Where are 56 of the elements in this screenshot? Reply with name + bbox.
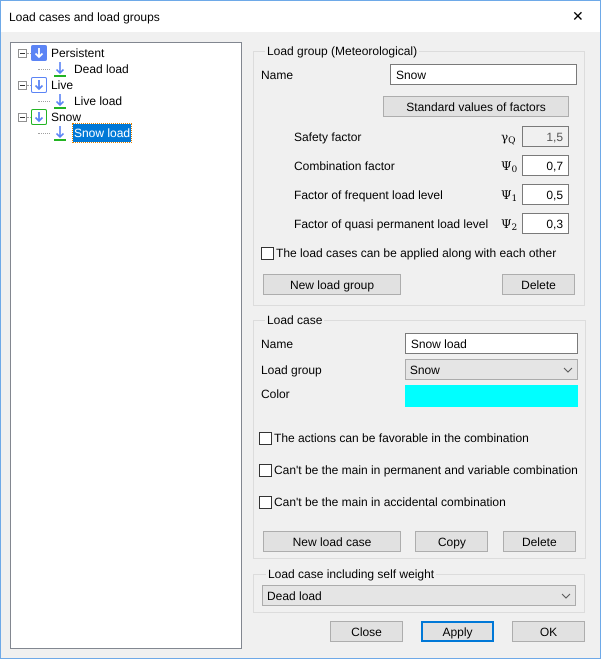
- factor-symbol: Ψ$_{0}$: [501, 158, 518, 174]
- button[interactable]: Apply: [421, 621, 494, 642]
- checkbox-label: Can't be the main in permanent and variable combination: [274, 462, 578, 479]
- button[interactable]: Delete: [502, 274, 575, 295]
- window-title: Load cases and load groups: [9, 8, 160, 26]
- checkbox-label: The load cases can be applied along with each other: [276, 245, 556, 262]
- collapse-icon[interactable]: [18, 48, 27, 58]
- tree-item[interactable]: Dead load: [73, 60, 130, 78]
- chevron-down-icon: [562, 366, 573, 372]
- group-title: Load group (Meteorological): [266, 43, 418, 60]
- group-title: Load case: [266, 312, 324, 329]
- button[interactable]: New load case: [263, 531, 401, 552]
- field-label: Name: [261, 336, 294, 352]
- field-label: Load group: [261, 362, 322, 378]
- dropdown[interactable]: Snow: [404, 359, 578, 380]
- button[interactable]: Standard values of factors: [383, 96, 569, 117]
- collapse-icon[interactable]: [18, 112, 27, 122]
- checkbox[interactable]: [259, 464, 272, 476]
- chevron-down-icon: [561, 592, 571, 598]
- checkbox-label: Can't be the main in accidental combination: [274, 494, 506, 511]
- tree-item[interactable]: Snow load: [73, 124, 132, 142]
- factor-symbol: γ$_{Q}$: [501, 128, 517, 146]
- checkbox[interactable]: [259, 432, 272, 444]
- button[interactable]: OK: [512, 621, 585, 642]
- field-label: Color: [261, 386, 290, 403]
- button[interactable]: Close: [330, 621, 403, 642]
- collapse-icon[interactable]: [18, 80, 27, 90]
- button[interactable]: Delete: [502, 531, 576, 552]
- group-title: Load case including self weight: [267, 566, 436, 583]
- tree-item[interactable]: Persistent: [51, 44, 104, 62]
- load-case-icon: [52, 61, 68, 77]
- color-swatch[interactable]: [404, 385, 578, 407]
- text-field[interactable]: 0,3: [522, 213, 569, 234]
- tree-item[interactable]: Live: [51, 76, 74, 94]
- text-field[interactable]: Snow: [390, 64, 577, 85]
- text-field[interactable]: 0,7: [522, 155, 569, 176]
- close-button[interactable]: ✕: [556, 1, 600, 32]
- text-field[interactable]: Snow load: [404, 333, 578, 354]
- factor-symbol: Ψ$_{2}$: [501, 216, 518, 232]
- checkbox[interactable]: [261, 246, 274, 260]
- tree-item[interactable]: Snow: [51, 108, 82, 126]
- dropdown[interactable]: Dead load: [262, 585, 576, 606]
- tree-item[interactable]: Live load: [73, 92, 124, 110]
- field-label: Name: [261, 66, 294, 84]
- load-case-icon: [52, 125, 68, 141]
- factor-label: Combination factor: [294, 158, 396, 174]
- load-case-icon: [52, 93, 68, 109]
- factor-label: Safety factor: [294, 128, 362, 146]
- factor-symbol: Ψ$_{1}$: [501, 186, 518, 204]
- button[interactable]: Copy: [415, 531, 488, 552]
- checkbox[interactable]: [259, 496, 272, 508]
- button[interactable]: New load group: [263, 274, 401, 295]
- factor-label: Factor of quasi permanent load level: [294, 216, 490, 232]
- text-field[interactable]: 0,5: [522, 184, 569, 205]
- factor-label: Factor of frequent load level: [294, 186, 444, 204]
- checkbox-label: The actions can be favorable in the combination: [274, 430, 529, 447]
